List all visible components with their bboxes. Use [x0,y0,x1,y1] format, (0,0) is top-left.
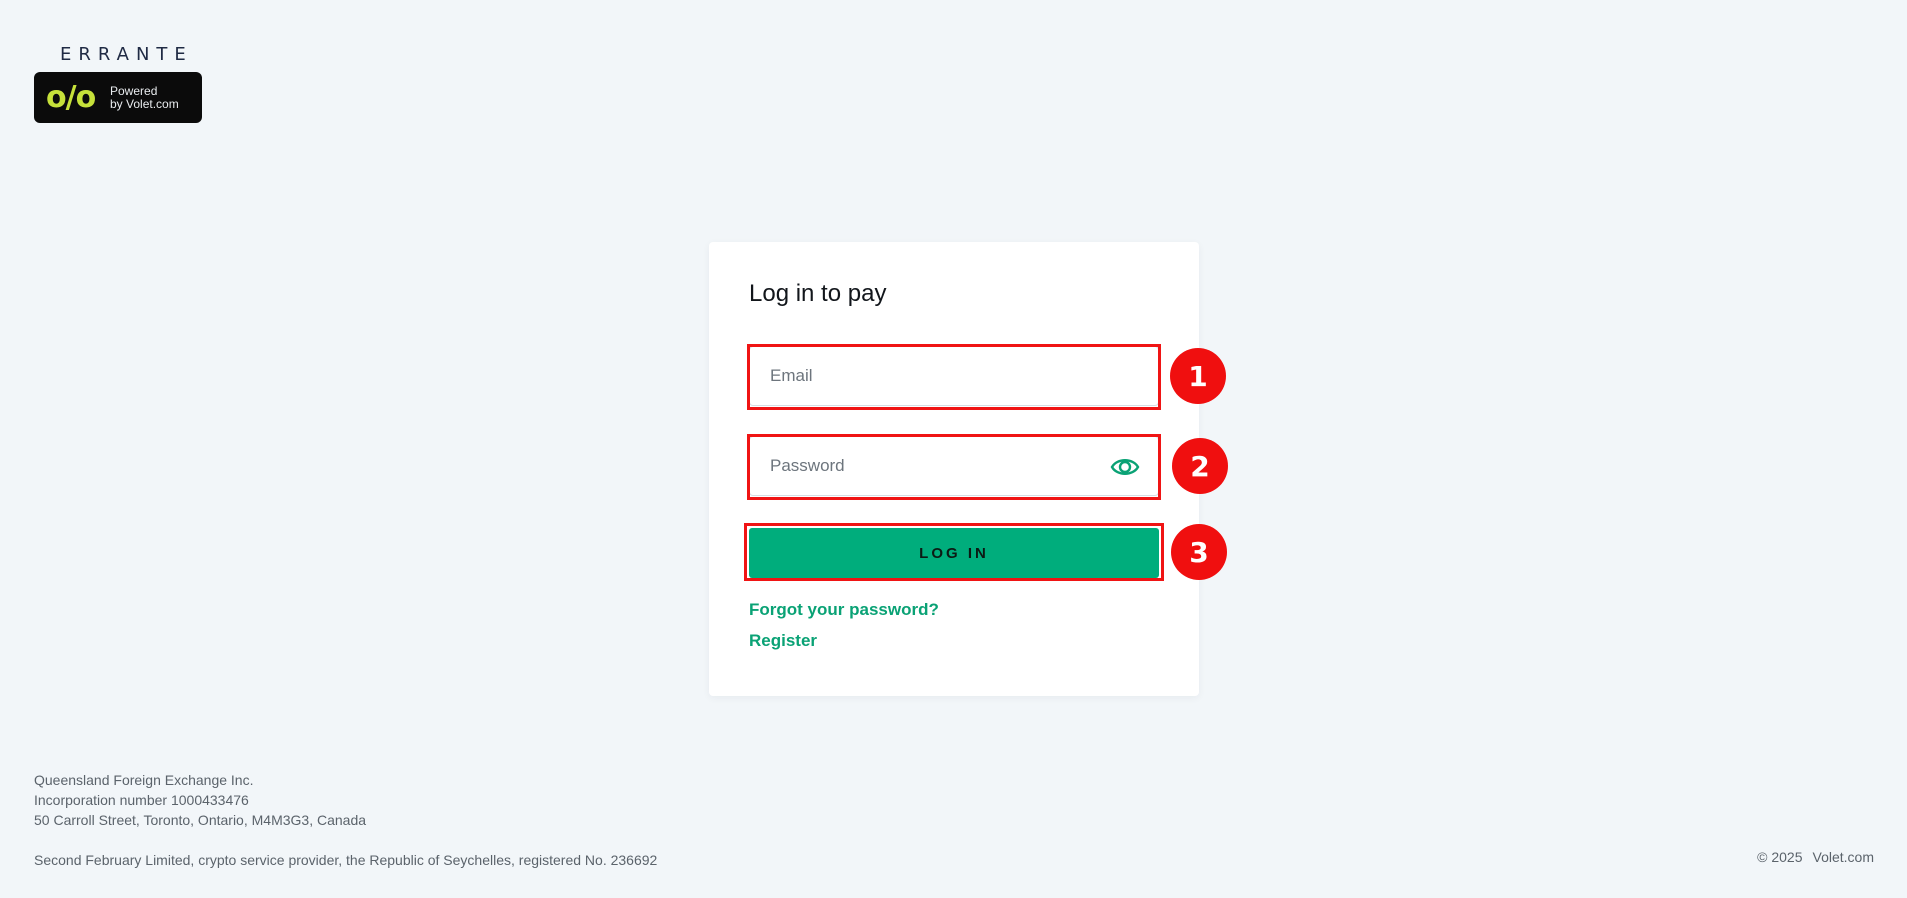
company-name: Queensland Foreign Exchange Inc. [34,772,254,788]
crypto-provider-info: Second February Limited, crypto service … [34,852,658,868]
copyright-text: © 2025 [1757,849,1803,865]
eye-icon[interactable] [1110,454,1140,480]
errante-logo-text: ERRANTE [60,44,193,65]
errante-logo[interactable]: ERRANTE [60,44,193,65]
annotation-badge-1: 1 [1170,348,1226,404]
register-link[interactable]: Register [749,631,817,651]
company-address: 50 Carroll Street, Toronto, Ontario, M4M… [34,812,367,828]
email-input[interactable] [770,366,1138,386]
annotation-badge-3: 3 [1171,524,1227,580]
volet-logo-icon: o/o [46,80,96,115]
page: ERRANTE o/o Powered by Volet.com Log in … [0,0,1907,898]
login-button[interactable]: LOG IN [749,528,1159,578]
email-field-wrapper[interactable] [749,346,1159,406]
powered-by-text: Powered by Volet.com [110,83,179,111]
footer-gap [34,830,657,850]
password-field-wrapper[interactable] [749,436,1159,496]
login-card: Log in to pay LOG IN Forgot your passwor… [709,242,1199,696]
powered-line-2: by Volet.com [110,96,179,111]
incorporation-number: Incorporation number 1000433476 [34,792,249,808]
annotation-badge-2: 2 [1172,438,1228,494]
volet-site-link[interactable]: Volet.com [1813,849,1874,865]
forgot-password-link[interactable]: Forgot your password? [749,600,939,620]
footer-company-info: Queensland Foreign Exchange Inc. Incorpo… [34,770,657,870]
footer-copyright: © 2025 Volet.com [1757,849,1874,865]
powered-line-1: Powered [110,83,158,98]
password-input[interactable] [770,456,1138,476]
powered-by-volet-badge[interactable]: o/o Powered by Volet.com [34,72,202,123]
page-title: Log in to pay [749,280,887,307]
